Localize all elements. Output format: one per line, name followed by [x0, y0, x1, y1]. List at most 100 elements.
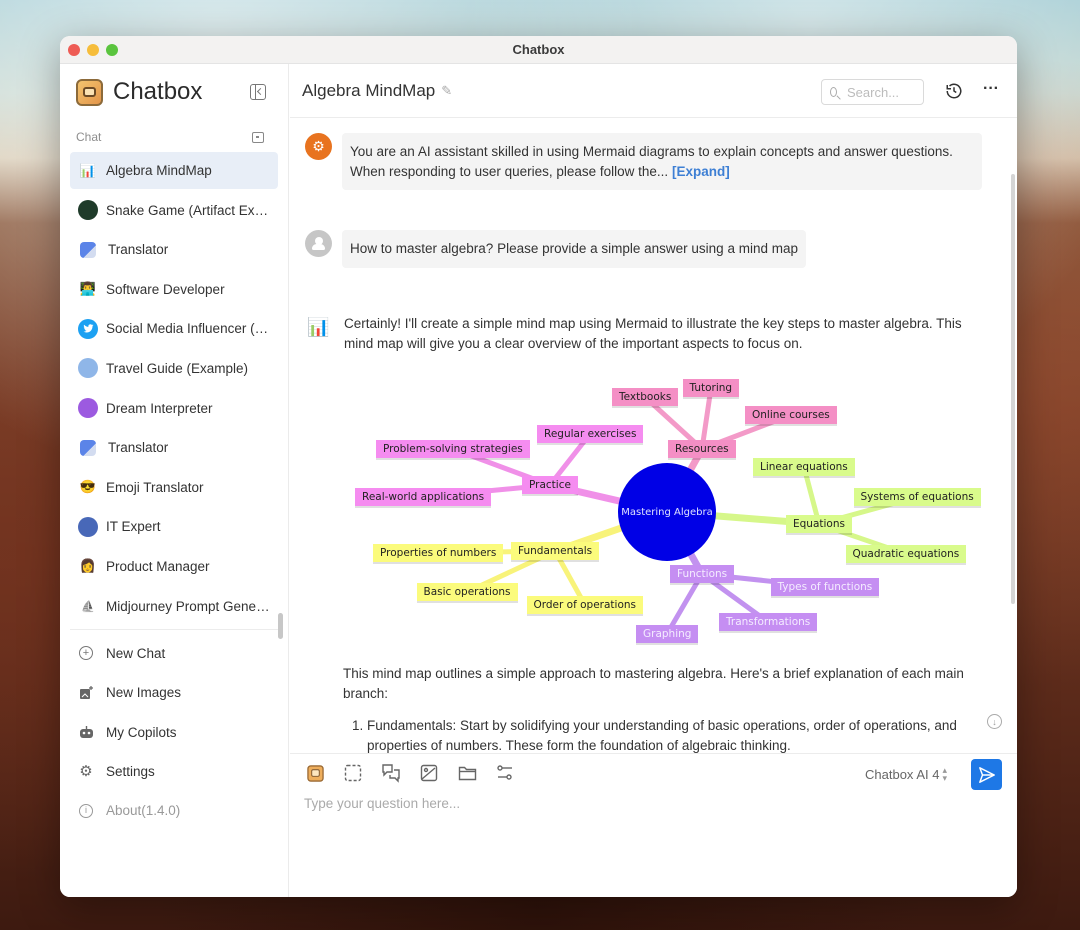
chat-item[interactable]: ⛵ Midjourney Prompt Gener... — [70, 588, 278, 625]
chart-emoji-icon: 📊 — [307, 317, 330, 337]
nav-item-label: My Copilots — [106, 724, 177, 740]
mindmap-leaf-node: Tutoring — [682, 379, 740, 397]
more-options-icon[interactable]: ··· — [983, 80, 999, 98]
history-icon[interactable] — [945, 82, 963, 100]
send-icon — [978, 766, 995, 783]
chat-item[interactable]: Translator — [70, 429, 278, 466]
message-scrollbar[interactable] — [1011, 174, 1015, 604]
selection-icon[interactable] — [342, 762, 364, 784]
mindmap-leaf-node: Problem-solving strategies — [376, 440, 530, 458]
archive-icon[interactable] — [252, 131, 264, 143]
composer: Chatbox AI 4 ▴ ▾ — [290, 753, 1017, 897]
chat-item-label: Algebra MindMap — [106, 163, 212, 178]
chat-item[interactable]: Snake Game (Artifact Exa... — [70, 192, 278, 229]
maximize-window-button[interactable] — [106, 44, 118, 56]
message-input[interactable] — [304, 796, 1003, 856]
image-icon[interactable] — [418, 762, 440, 784]
scroll-to-bottom-icon[interactable]: ↓ — [987, 714, 1002, 729]
minimize-window-button[interactable] — [87, 44, 99, 56]
expand-link[interactable]: [Expand] — [672, 164, 730, 179]
collapse-sidebar-icon[interactable] — [250, 84, 266, 100]
user-message-bubble: How to master algebra? Please provide a … — [342, 230, 806, 268]
chat-item[interactable]: Travel Guide (Example) — [70, 350, 278, 387]
assistant-explanation: This mind map outlines a simple approach… — [343, 664, 972, 753]
it-expert-icon — [78, 516, 98, 537]
mindmap-branch-node: Fundamentals — [511, 542, 600, 560]
close-window-button[interactable] — [68, 44, 80, 56]
chat-item[interactable]: 📊 Algebra MindMap — [70, 152, 278, 189]
nav-item-label: New Images — [106, 685, 182, 701]
window-title: Chatbox — [512, 42, 565, 57]
mindmap-branch-node: Resources — [668, 440, 736, 458]
chat-item[interactable]: Social Media Influencer (E... — [70, 310, 278, 347]
new-image-icon — [78, 685, 94, 701]
chat-item-label: Product Manager — [106, 558, 210, 574]
mindmap-branch-node: Functions — [670, 565, 735, 583]
mindmap-leaf-node: Linear equations — [753, 458, 855, 476]
gear-icon: ⚙ — [79, 763, 93, 781]
sidebar-nav-new-images[interactable]: New Images — [70, 673, 278, 712]
mindmap-leaf-node: Real-world applications — [355, 488, 492, 506]
send-button[interactable] — [971, 759, 1002, 790]
chat-item[interactable]: Translator — [70, 231, 278, 268]
translator-icon — [80, 439, 96, 456]
system-message: ⚙ You are an AI assistant skilled in usi… — [305, 133, 997, 190]
chat-item[interactable]: 👩 Product Manager — [70, 548, 278, 585]
chat-item-label: Dream Interpreter — [106, 400, 213, 416]
chat-item[interactable]: Dream Interpreter — [70, 390, 278, 427]
sidebar-scrollbar[interactable] — [278, 613, 283, 639]
sliders-icon[interactable] — [494, 762, 516, 784]
model-selector[interactable]: Chatbox AI 4 ▴ ▾ — [865, 765, 947, 783]
chatbox-logo-icon — [76, 78, 103, 106]
chat-item[interactable]: IT Expert — [70, 508, 278, 545]
mindmap-branch-node: Equations — [786, 515, 852, 533]
sidebar-nav-about[interactable]: i About(1.4.0) — [70, 791, 278, 830]
mindmap-leaf-node: Quadratic equations — [845, 545, 967, 563]
sidebar-nav-settings[interactable]: ⚙ Settings — [70, 752, 278, 791]
crystal-ball-icon — [78, 398, 98, 419]
product-manager-icon: 👩 — [79, 558, 97, 574]
message-list: ⚙ You are an AI assistant skilled in usi… — [290, 118, 1017, 753]
chat-header: Algebra MindMap ✎ ··· — [290, 64, 1017, 118]
chat-item-label: IT Expert — [106, 519, 161, 535]
system-message-bubble: You are an AI assistant skilled in using… — [342, 133, 982, 190]
chat-item-label: Translator — [108, 242, 169, 258]
brand-name: Chatbox — [113, 78, 203, 105]
mindmap-leaf-node: Types of functions — [770, 578, 880, 596]
chart-emoji-icon: 📊 — [79, 162, 97, 178]
translator-icon — [80, 241, 96, 258]
sidebar-nav-my-copilots[interactable]: My Copilots — [70, 712, 278, 751]
assistant-message: 📊 Certainly! I'll create a simple mind m… — [305, 314, 997, 353]
chat-title[interactable]: Algebra MindMap — [302, 81, 435, 101]
sidebar-nav-new-chat[interactable]: + New Chat — [70, 634, 278, 673]
info-icon: i — [78, 803, 94, 819]
nav-item-label: About(1.4.0) — [106, 803, 181, 819]
developer-icon: 👨‍💻 — [79, 281, 97, 297]
sailboat-icon: ⛵ — [81, 600, 95, 613]
search-box[interactable] — [821, 79, 924, 105]
chat-item[interactable]: 😎 Emoji Translator — [70, 469, 278, 506]
copilot-icon[interactable] — [304, 762, 326, 784]
chat-item-label: Software Developer — [106, 281, 225, 297]
chat-section-header: Chat — [60, 122, 288, 152]
mindmap-leaf-node: Properties of numbers — [373, 544, 504, 562]
mindmap-leaf-node: Regular exercises — [537, 425, 644, 443]
chat-item[interactable]: 👨‍💻 Software Developer — [70, 271, 278, 308]
mindmap-leaf-node: Textbooks — [612, 388, 679, 406]
assistant-outro-text: This mind map outlines a simple approach… — [343, 666, 964, 701]
chat-bubbles-icon[interactable] — [380, 762, 402, 784]
updown-chevron-icon: ▴ ▾ — [942, 765, 947, 783]
snake-game-icon — [78, 200, 98, 221]
explanation-item: Fundamentals: Start by solidifying your … — [367, 716, 972, 753]
system-gear-icon: ⚙ — [305, 133, 332, 160]
folder-icon[interactable] — [456, 762, 478, 784]
user-message: How to master algebra? Please provide a … — [305, 230, 997, 268]
assistant-intro-text: Certainly! I'll create a simple mind map… — [344, 316, 962, 351]
sidebar: Chatbox Chat 📊 Algebra MindMap Snake Game … — [60, 64, 289, 897]
plus-circle-icon: + — [78, 645, 94, 661]
mindmap-leaf-node: Transformations — [719, 613, 818, 631]
robot-icon — [78, 724, 94, 740]
mindmap-branch-node: Practice — [522, 476, 578, 494]
search-input[interactable] — [847, 84, 915, 100]
pencil-icon[interactable]: ✎ — [441, 83, 452, 99]
